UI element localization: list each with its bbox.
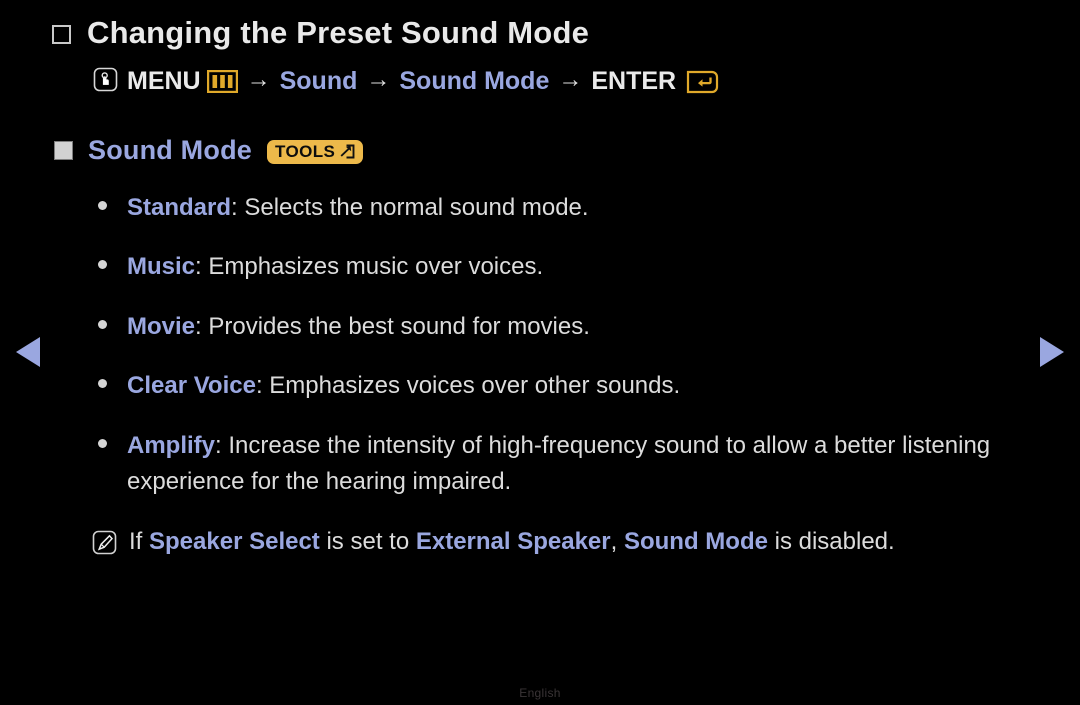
bullet-dot-icon — [98, 379, 107, 389]
mode-separator: : — [195, 312, 209, 340]
mode-description: Selects the normal sound mode. — [244, 193, 589, 221]
tools-arrow-icon — [339, 143, 356, 160]
note-term-external-speaker: External Speaker — [415, 527, 611, 555]
path-step-sound: Sound — [279, 66, 358, 95]
emanual-page: Changing the Preset Sound Mode MENU → So… — [0, 0, 1080, 705]
note-text: If Speaker Select is set to External Spe… — [129, 524, 895, 560]
mode-name: Standard — [127, 193, 232, 221]
note-pen-icon — [92, 530, 117, 555]
list-item-text: Movie: Provides the best sound for movie… — [127, 309, 590, 345]
tools-badge-label: TOOLS — [274, 142, 336, 162]
outline-square-marker-icon — [52, 25, 71, 44]
note-suffix: is disabled. — [767, 527, 895, 555]
mode-name: Music — [127, 253, 196, 281]
list-item: Music: Emphasizes music over voices. — [98, 249, 1012, 285]
enter-key-icon — [686, 69, 720, 95]
section-title: Sound Mode — [88, 134, 252, 165]
section-header: Sound Mode TOOLS — [54, 135, 1012, 166]
mode-name: Amplify — [127, 431, 216, 459]
mode-separator: : — [255, 372, 270, 400]
note-middle-1: is set to — [319, 527, 416, 555]
footer-language-label: English — [519, 686, 561, 700]
mode-separator: : — [231, 193, 245, 221]
path-arrow-1: → — [246, 66, 271, 94]
path-arrow-2: → — [366, 66, 391, 94]
bullet-dot-icon — [98, 438, 107, 448]
list-item-text: Amplify: Increase the intensity of high-… — [127, 428, 1007, 501]
previous-page-arrow[interactable] — [16, 337, 40, 367]
path-arrow-3: → — [558, 66, 583, 94]
menu-label: MENU — [127, 66, 201, 95]
sound-mode-list: Standard: Selects the normal sound mode.… — [98, 190, 1012, 501]
title-row: Changing the Preset Sound Mode — [52, 14, 1012, 53]
mode-description: Increase the intensity of high-frequency… — [127, 431, 991, 496]
list-item-text: Clear Voice: Emphasizes voices over othe… — [127, 368, 680, 404]
bullet-dot-icon — [98, 319, 107, 329]
enter-label: ENTER — [591, 66, 677, 95]
note-row: If Speaker Select is set to External Spe… — [92, 524, 1012, 560]
press-hand-icon — [93, 67, 118, 92]
page-title: Changing the Preset Sound Mode — [87, 15, 590, 50]
mode-description: Emphasizes voices over other sounds. — [269, 372, 681, 400]
mode-description: Emphasizes music over voices. — [208, 253, 544, 281]
list-item-text: Standard: Selects the normal sound mode. — [127, 190, 589, 226]
menu-bars-icon — [206, 70, 238, 94]
tools-badge[interactable]: TOOLS — [266, 140, 364, 165]
note-prefix: If — [129, 527, 150, 555]
note-middle-2: , — [610, 527, 624, 555]
next-page-arrow[interactable] — [1040, 337, 1064, 367]
mode-description: Provides the best sound for movies. — [208, 312, 590, 340]
content-area: Changing the Preset Sound Mode MENU → So… — [52, 14, 1012, 560]
list-item: Standard: Selects the normal sound mode. — [98, 190, 1012, 226]
list-item: Amplify: Increase the intensity of high-… — [98, 428, 1012, 501]
filled-square-marker-icon — [54, 140, 73, 160]
bullet-dot-icon — [98, 260, 107, 270]
mode-name: Clear Voice — [127, 372, 256, 400]
mode-separator: : — [195, 253, 209, 281]
menu-path: MENU → Sound → Sound Mode → ENTER — [93, 66, 1012, 96]
path-step-sound-mode: Sound Mode — [399, 66, 550, 95]
mode-name: Movie — [127, 312, 196, 340]
note-term-sound-mode: Sound Mode — [623, 527, 768, 555]
mode-separator: : — [215, 431, 229, 459]
list-item: Clear Voice: Emphasizes voices over othe… — [98, 368, 1012, 404]
bullet-dot-icon — [98, 200, 107, 210]
note-term-speaker-select: Speaker Select — [149, 527, 320, 555]
list-item-text: Music: Emphasizes music over voices. — [127, 249, 543, 285]
list-item: Movie: Provides the best sound for movie… — [98, 309, 1012, 345]
